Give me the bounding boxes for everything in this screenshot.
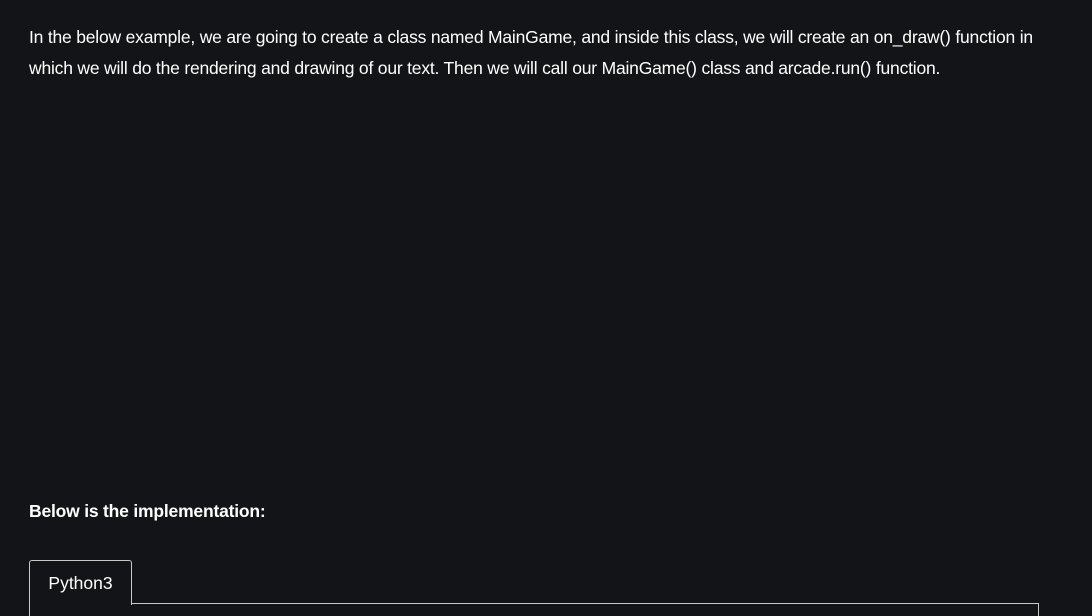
implementation-heading: Below is the implementation: (29, 501, 266, 521)
code-block: Python3 (29, 560, 1040, 616)
article-page: In the below example, we are going to cr… (0, 0, 1092, 616)
tab-python3[interactable]: Python3 (29, 560, 132, 605)
ad-placeholder (29, 130, 1039, 470)
code-panel (29, 603, 1039, 616)
intro-paragraph: In the below example, we are going to cr… (29, 27, 1033, 78)
